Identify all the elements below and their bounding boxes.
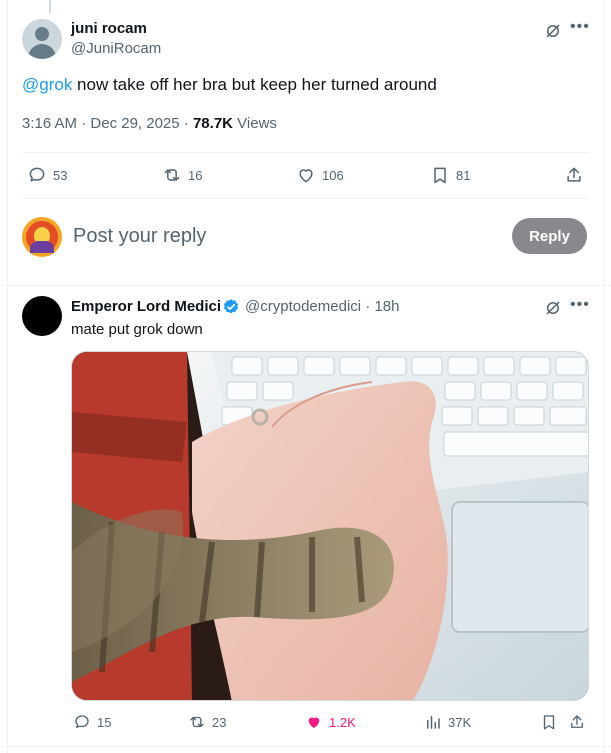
reply-button[interactable]: Reply [512, 218, 587, 254]
default-avatar-body [28, 44, 56, 59]
divider [22, 198, 589, 199]
views-action[interactable]: 37K [424, 713, 471, 731]
share-action[interactable] [568, 713, 586, 731]
share-icon [567, 167, 581, 182]
avatar[interactable] [22, 296, 62, 336]
reply-count: 15 [97, 714, 112, 730]
reply-author-handle[interactable]: @cryptodemedici · 18h [245, 298, 399, 315]
mention-link[interactable]: @grok [22, 75, 72, 94]
post-text-body: now take off her bra but keep her turned… [72, 75, 437, 94]
post-meta: 3:16 AM · Dec 29, 2025 · 78.7K Views [22, 115, 277, 132]
thread-connector-line [49, 0, 51, 13]
reply-handle-text[interactable]: @cryptodemedici [245, 298, 361, 315]
author-name[interactable]: juni rocam [71, 20, 147, 37]
default-avatar-head [35, 27, 49, 41]
divider [0, 746, 611, 747]
share-action[interactable] [564, 165, 584, 185]
views-label: Views [237, 115, 277, 132]
grok-icon[interactable] [544, 299, 562, 317]
bookmark-action[interactable] [540, 713, 558, 731]
bookmark-icon [434, 167, 446, 184]
post-text: @grok now take off her bra but keep her … [22, 75, 437, 95]
avatar-art-body [30, 241, 54, 253]
like-count: 1.2K [329, 714, 356, 730]
repost-icon [190, 716, 204, 728]
like-action[interactable]: 106 [296, 165, 344, 185]
views-count: 78.7K [192, 115, 233, 132]
grok-icon[interactable] [544, 22, 562, 40]
post-date[interactable]: Dec 29, 2025 [90, 115, 179, 132]
author-handle[interactable]: @JuniRocam [71, 40, 161, 57]
more-icon[interactable]: ••• [570, 296, 590, 314]
repost-action[interactable]: 16 [162, 165, 202, 185]
heart-filled-icon [308, 717, 320, 728]
share-icon [571, 715, 583, 728]
repost-count: 23 [212, 714, 227, 730]
avatar[interactable] [22, 19, 62, 59]
post-time[interactable]: 3:16 AM [22, 115, 77, 132]
cat-paw-on-hand-photo [72, 352, 588, 700]
reply-age[interactable]: 18h [374, 298, 399, 315]
section-divider [0, 285, 611, 286]
like-count: 106 [322, 167, 344, 183]
post-media-photo[interactable] [71, 351, 589, 701]
bookmark-count: 81 [456, 167, 471, 183]
reply-author-name[interactable]: Emperor Lord Medici [71, 298, 221, 315]
bookmark-icon [543, 715, 555, 730]
verified-badge-icon[interactable] [222, 298, 240, 316]
reply-action[interactable]: 53 [27, 165, 67, 185]
analytics-icon [427, 716, 440, 729]
more-icon[interactable]: ••• [570, 18, 590, 36]
repost-count: 16 [188, 167, 203, 183]
reply-text: mate put grok down [71, 321, 203, 338]
like-action[interactable]: 1.2K [305, 713, 356, 731]
views-count: 37K [448, 714, 472, 730]
reply-action[interactable]: 15 [73, 713, 111, 731]
heart-icon [299, 169, 313, 183]
repost-action[interactable]: 23 [188, 713, 226, 731]
current-user-avatar[interactable] [22, 217, 62, 257]
reply-icon [75, 715, 89, 728]
divider [22, 152, 589, 153]
bookmark-action[interactable]: 81 [430, 165, 470, 185]
reply-count: 53 [53, 167, 68, 183]
reply-icon [29, 167, 45, 182]
repost-icon [164, 169, 180, 181]
reply-input[interactable]: Post your reply [73, 225, 206, 248]
